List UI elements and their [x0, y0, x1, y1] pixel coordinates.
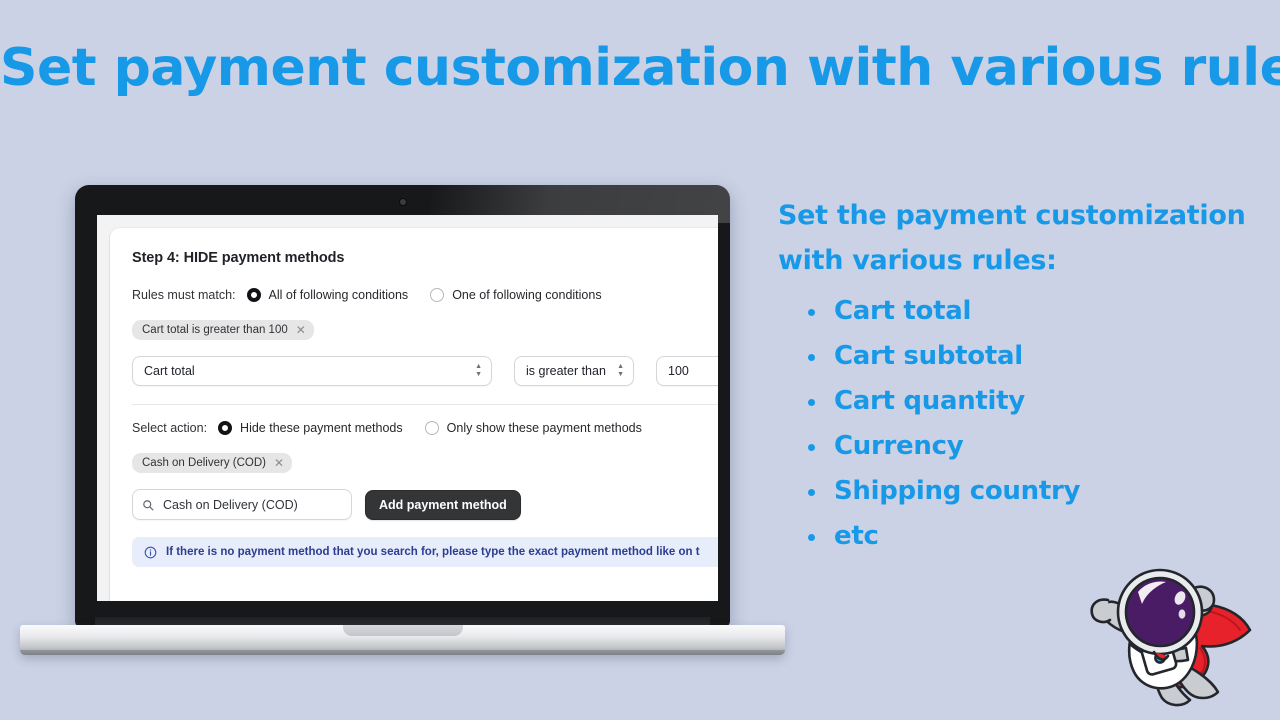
select-action-label: Select action:	[132, 421, 208, 435]
app-page: Step 4: HIDE payment methods Rules must …	[97, 215, 718, 601]
list-item: Shipping country	[778, 469, 1278, 514]
list-item: Cart subtotal	[778, 334, 1278, 379]
section-divider	[132, 404, 718, 405]
condition-field-value: Cart total	[144, 364, 195, 378]
list-item: Cart quantity	[778, 379, 1278, 424]
condition-chip[interactable]: Cart total is greater than 100 ✕	[132, 320, 314, 340]
chevron-updown-icon: ▲ ▼	[475, 363, 482, 378]
feature-list-panel: Set the payment customization with vario…	[778, 193, 1278, 559]
payment-method-chip[interactable]: Cash on Delivery (COD) ✕	[132, 453, 293, 473]
laptop-mockup: Step 4: HIDE payment methods Rules must …	[20, 185, 785, 655]
info-banner: If there is no payment method that you s…	[132, 537, 718, 567]
rules-must-match-row: Rules must match: All of following condi…	[132, 288, 718, 302]
condition-operator-select[interactable]: is greater than ▲ ▼	[514, 356, 634, 386]
radio-all-conditions[interactable]: All of following conditions	[246, 288, 409, 302]
radio-one-condition[interactable]: One of following conditions	[430, 288, 602, 302]
card-title: Step 4: HIDE payment methods	[132, 250, 345, 266]
laptop-lid: Step 4: HIDE payment methods Rules must …	[75, 185, 730, 627]
condition-row: Cart total ▲ ▼ is greater than ▲ ▼ 100	[132, 356, 718, 386]
webcam-icon	[399, 199, 406, 205]
condition-value-input[interactable]: 100	[656, 356, 718, 386]
close-icon[interactable]: ✕	[274, 457, 284, 469]
radio-all-conditions-indicator[interactable]	[246, 288, 261, 302]
condition-operator-value: is greater than	[526, 364, 606, 378]
condition-field-select[interactable]: Cart total ▲ ▼	[132, 356, 492, 386]
radio-hide-methods[interactable]: Hide these payment methods	[218, 421, 403, 435]
laptop-screen: Step 4: HIDE payment methods Rules must …	[97, 215, 718, 601]
feature-bullet-list: Cart total Cart subtotal Cart quantity C…	[778, 289, 1278, 559]
radio-one-condition-indicator[interactable]	[430, 288, 445, 302]
list-item: Currency	[778, 424, 1278, 469]
radio-all-conditions-label: All of following conditions	[268, 288, 409, 302]
laptop-base-edge	[20, 650, 785, 655]
feature-heading-line2: with various rules:	[778, 245, 1057, 276]
info-icon	[144, 546, 157, 559]
add-payment-method-label: Add payment method	[379, 497, 507, 512]
radio-hide-methods-indicator[interactable]	[218, 421, 233, 435]
condition-chip-label: Cart total is greater than 100	[142, 324, 288, 336]
page-title: Set payment customization with various r…	[0, 38, 1280, 98]
payment-method-search-input[interactable]: Cash on Delivery (COD)	[132, 489, 352, 520]
add-payment-method-button[interactable]: Add payment method	[365, 489, 521, 520]
laptop-base	[20, 625, 785, 655]
select-action-row: Select action: Hide these payment method…	[132, 421, 718, 435]
close-icon[interactable]: ✕	[296, 324, 306, 336]
payment-method-search-value: Cash on Delivery (COD)	[163, 497, 298, 512]
add-method-row: Cash on Delivery (COD) Add payment metho…	[132, 489, 718, 520]
radio-only-show-methods[interactable]: Only show these payment methods	[424, 421, 642, 435]
astronaut-mascot	[1068, 552, 1268, 720]
chevron-updown-icon: ▲ ▼	[617, 363, 624, 378]
search-icon	[142, 499, 154, 511]
radio-one-condition-label: One of following conditions	[452, 288, 602, 302]
radio-hide-methods-label: Hide these payment methods	[240, 421, 403, 435]
list-item: Cart total	[778, 289, 1278, 334]
payment-rule-card: Step 4: HIDE payment methods Rules must …	[110, 228, 718, 601]
payment-method-chip-label: Cash on Delivery (COD)	[142, 457, 266, 469]
method-chip-row: Cash on Delivery (COD) ✕	[132, 453, 718, 473]
feature-heading-line1: Set the payment customization	[778, 200, 1246, 231]
condition-chip-row: Cart total is greater than 100 ✕	[132, 320, 718, 340]
radio-only-show-methods-indicator[interactable]	[424, 421, 439, 435]
condition-value-text: 100	[668, 364, 689, 378]
rules-must-match-label: Rules must match:	[132, 288, 236, 302]
info-banner-text: If there is no payment method that you s…	[166, 546, 700, 558]
laptop-base-notch	[342, 625, 463, 636]
radio-only-show-methods-label: Only show these payment methods	[446, 421, 642, 435]
